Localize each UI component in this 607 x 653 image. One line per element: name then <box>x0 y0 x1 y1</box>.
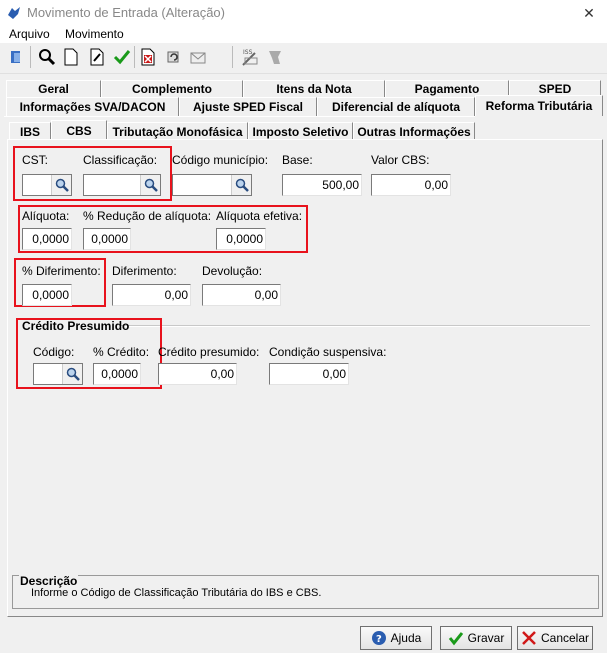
perc-credito-field[interactable]: 0,0000 <box>93 363 141 385</box>
credito-presumido-label: Crédito presumido: <box>158 345 260 359</box>
new-icon[interactable] <box>61 46 81 68</box>
devolucao-field[interactable]: 0,00 <box>202 284 281 306</box>
cancel-x-icon <box>522 631 536 645</box>
window-title: Movimento de Entrada (Alteração) <box>27 5 225 20</box>
aliquota-efetiva-field[interactable]: 0,0000 <box>216 228 266 250</box>
reducao-aliquota-label: % Redução de alíquota: <box>83 209 212 223</box>
perc-credito-label: % Crédito: <box>93 345 150 359</box>
search-icon[interactable] <box>140 175 160 195</box>
svg-text:?: ? <box>376 634 382 645</box>
base-field[interactable]: 500,00 <box>282 174 362 196</box>
refresh-icon[interactable] <box>163 46 183 68</box>
tab-diferencial-aliquota[interactable]: Diferencial de alíquota <box>317 97 475 116</box>
toolbar-separator <box>134 46 135 68</box>
base-label: Base: <box>282 153 313 167</box>
perc-diferimento-label: % Diferimento: <box>22 264 101 278</box>
condicao-suspensiva-field[interactable]: 0,00 <box>269 363 349 385</box>
aliquota-efetiva-label: Alíquota efetiva: <box>216 209 303 223</box>
tab-informacoes-sva-dacon[interactable]: Informações SVA/DACON <box>6 97 179 116</box>
subtab-cbs[interactable]: CBS <box>51 120 107 140</box>
tab-ajuste-sped-fiscal[interactable]: Ajuste SPED Fiscal <box>179 97 317 116</box>
edit-icon[interactable] <box>87 46 107 68</box>
reducao-aliquota-field[interactable]: 0,0000 <box>83 228 131 250</box>
confirm-icon[interactable] <box>112 46 132 68</box>
print-icon[interactable] <box>265 46 285 68</box>
credito-codigo-field[interactable] <box>33 363 83 385</box>
gravar-label: Gravar <box>467 631 505 645</box>
codigo-municipio-label: Código município: <box>172 153 269 167</box>
subtab-ibs[interactable]: IBS <box>9 122 51 140</box>
descricao-text: Informe o Código de Classificação Tribut… <box>31 587 322 599</box>
condicao-suspensiva-label: Condição suspensiva: <box>269 345 387 359</box>
codigo-municipio-field[interactable] <box>172 174 252 196</box>
search-icon[interactable] <box>231 175 251 195</box>
descricao-title: Descrição <box>19 574 79 588</box>
tab-complemento[interactable]: Complemento <box>101 80 243 97</box>
subtab-outras-informacoes[interactable]: Outras Informações <box>353 122 475 140</box>
toolbar-separator <box>30 46 31 68</box>
aliquota-label: Alíquota: <box>22 209 70 223</box>
diferimento-field[interactable]: 0,00 <box>112 284 191 306</box>
subtab-tributacao-monofasica[interactable]: Tributação Monofásica <box>107 122 248 140</box>
valor-cbs-field[interactable]: 0,00 <box>371 174 451 196</box>
menu-arquivo[interactable]: Arquivo <box>9 26 50 42</box>
aliquota-field[interactable]: 0,0000 <box>22 228 72 250</box>
section-divider <box>120 325 590 327</box>
cst-field[interactable] <box>22 174 72 196</box>
tab-border <box>4 116 475 117</box>
search-icon[interactable] <box>62 364 82 384</box>
mail-icon[interactable] <box>188 46 208 68</box>
ajuda-button[interactable]: ? Ajuda <box>360 626 432 650</box>
credito-presumido-field[interactable]: 0,00 <box>158 363 237 385</box>
menu-movimento[interactable]: Movimento <box>65 26 124 42</box>
credito-presumido-title: Crédito Presumido <box>22 319 130 333</box>
tab-reforma-tributaria[interactable]: Reforma Tributária <box>475 95 603 116</box>
close-button[interactable]: ✕ <box>578 4 600 22</box>
iss-icon[interactable]: ISS <box>240 46 260 68</box>
classificacao-field[interactable] <box>83 174 161 196</box>
perc-diferimento-field[interactable]: 0,0000 <box>22 284 72 306</box>
delete-icon[interactable] <box>138 46 158 68</box>
exit-icon[interactable] <box>6 46 26 68</box>
classificacao-label: Classificação: <box>83 153 158 167</box>
cancelar-button[interactable]: Cancelar <box>517 626 593 650</box>
check-icon <box>448 632 463 646</box>
devolucao-label: Devolução: <box>202 264 263 278</box>
tab-itens-da-nota[interactable]: Itens da Nota <box>243 80 385 97</box>
toolbar-separator <box>232 46 233 68</box>
ajuda-label: Ajuda <box>390 631 422 645</box>
gravar-button[interactable]: Gravar <box>440 626 512 650</box>
credito-codigo-label: Código: <box>33 345 75 359</box>
cancelar-label: Cancelar <box>540 631 590 645</box>
search-icon[interactable] <box>51 175 71 195</box>
valor-cbs-label: Valor CBS: <box>371 153 430 167</box>
subtab-imposto-seletivo[interactable]: Imposto Seletivo <box>248 122 353 140</box>
search-icon[interactable] <box>37 46 57 68</box>
app-icon <box>6 5 22 21</box>
tab-geral[interactable]: Geral <box>6 80 101 97</box>
svg-text:ISS: ISS <box>243 49 253 56</box>
diferimento-label: Diferimento: <box>112 264 177 278</box>
help-icon: ? <box>371 631 386 645</box>
cst-label: CST: <box>22 153 49 167</box>
